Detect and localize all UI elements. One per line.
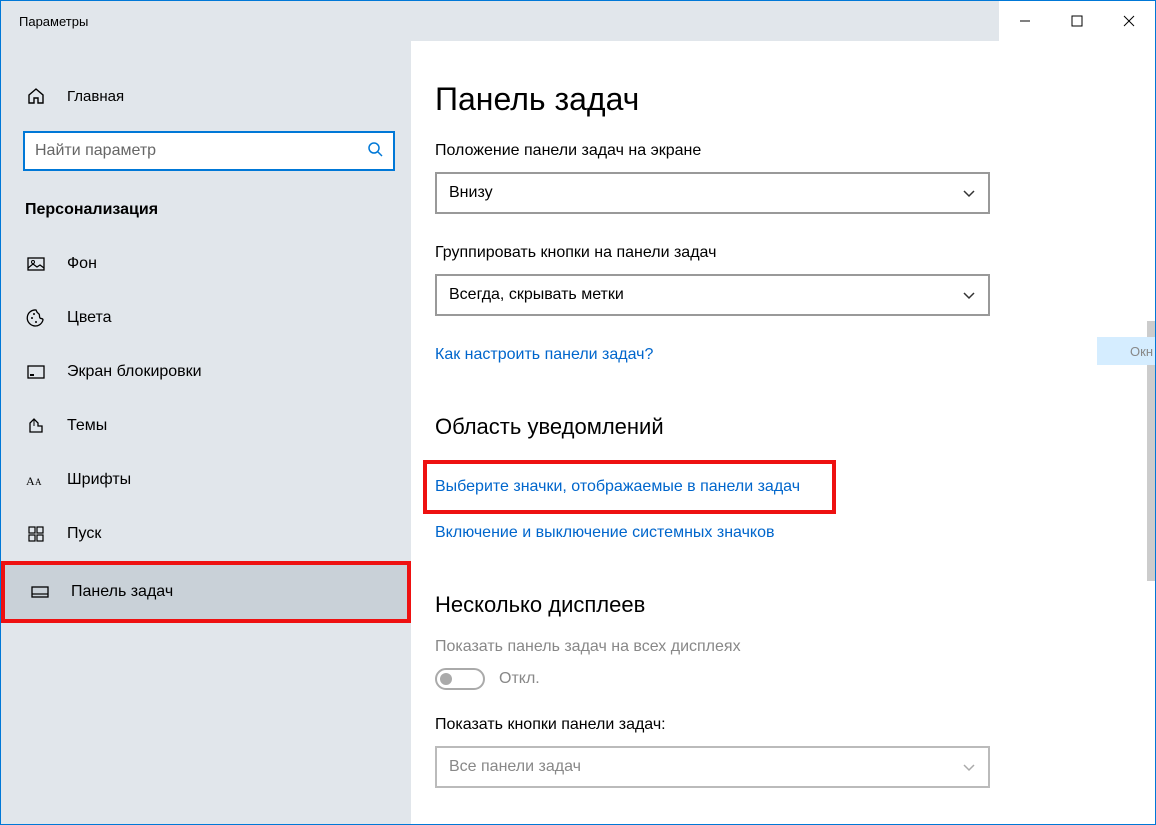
sidebar-item-fonts[interactable]: AA Шрифты [1,453,411,507]
group-dropdown[interactable]: Всегда, скрывать метки [435,274,990,316]
start-icon [25,523,47,545]
sidebar-home-label: Главная [67,88,124,105]
chevron-down-icon [962,186,976,201]
system-icons-link[interactable]: Включение и выключение системных значков [435,524,774,542]
sidebar-item-lockscreen[interactable]: Экран блокировки [1,345,411,399]
sidebar-item-start[interactable]: Пуск [1,507,411,561]
search-input[interactable] [35,142,367,160]
toggle-state: Откл. [499,670,540,688]
sidebar-item-label: Фон [67,255,97,273]
group-value: Всегда, скрывать метки [449,286,624,304]
highlighted-link-box: Выберите значки, отображаемые в панели з… [423,460,836,514]
picture-icon [25,253,47,275]
notification-area-title: Область уведомлений [435,414,1121,440]
sidebar-item-label: Цвета [67,309,112,327]
position-label: Положение панели задач на экране [435,142,1121,160]
sidebar-item-label: Темы [67,417,107,435]
sidebar-item-taskbar[interactable]: Панель задач [1,561,411,623]
titlebar: Параметры [1,1,1155,41]
multiple-displays-title: Несколько дисплеев [435,592,1121,618]
search-box[interactable] [23,131,395,171]
sidebar-item-label: Панель задач [71,583,173,601]
chevron-down-icon [962,760,976,775]
sidebar-nav: Фон Цвета Экран блокировки Темы [1,237,411,623]
page-title: Панель задач [435,81,1121,118]
peek-tab: Окн [1097,337,1155,365]
taskbar-icon [29,581,51,603]
fonts-icon: AA [25,469,47,491]
sidebar-item-label: Пуск [67,525,101,543]
group-label: Группировать кнопки на панели задач [435,244,1121,262]
close-button[interactable] [1103,1,1155,41]
svg-text:A: A [35,477,42,487]
show-all-displays-toggle[interactable] [435,668,485,690]
svg-text:A: A [26,474,35,488]
chevron-down-icon [962,288,976,303]
main-content: Панель задач Положение панели задач на э… [411,41,1155,824]
sidebar-item-colors[interactable]: Цвета [1,291,411,345]
search-icon [367,141,383,161]
position-dropdown[interactable]: Внизу [435,172,990,214]
help-link[interactable]: Как настроить панели задач? [435,346,653,364]
sidebar-item-themes[interactable]: Темы [1,399,411,453]
themes-icon [25,415,47,437]
taskbar-buttons-dropdown: Все панели задач [435,746,990,788]
lockscreen-icon [25,361,47,383]
taskbar-buttons-label: Показать кнопки панели задач: [435,716,1121,734]
sidebar-item-background[interactable]: Фон [1,237,411,291]
window-controls [999,1,1155,41]
sidebar-home[interactable]: Главная [1,75,411,117]
sidebar-item-label: Шрифты [67,471,131,489]
palette-icon [25,307,47,329]
select-icons-link[interactable]: Выберите значки, отображаемые в панели з… [435,478,800,496]
minimize-button[interactable] [999,1,1051,41]
position-value: Внизу [449,184,493,202]
home-icon [25,85,47,107]
window-title: Параметры [1,14,88,29]
maximize-button[interactable] [1051,1,1103,41]
sidebar-category: Персонализация [1,193,411,237]
show-on-all-displays-label: Показать панель задач на всех дисплеях [435,638,1121,656]
sidebar: Главная Персонализация Фон [1,41,411,824]
sidebar-item-label: Экран блокировки [67,363,202,381]
taskbar-buttons-value: Все панели задач [449,758,581,776]
